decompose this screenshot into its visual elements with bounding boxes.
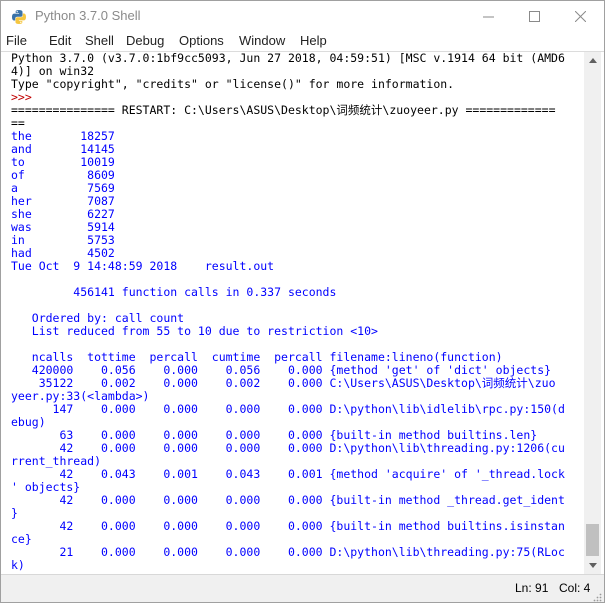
shell-line: 42 0.000 0.000 0.000 0.000 {built-in met… (11, 493, 565, 507)
menu-edit[interactable]: Edit (49, 33, 71, 48)
minimize-button[interactable] (465, 1, 511, 31)
menu-debug[interactable]: Debug (126, 33, 164, 48)
shell-line: 456141 function calls in 0.337 seconds (11, 285, 337, 299)
vertical-scrollbar[interactable] (584, 52, 601, 574)
resize-grip-icon[interactable] (592, 591, 602, 602)
shell-line: 42 0.000 0.000 0.000 0.000 {built-in met… (11, 519, 565, 533)
shell-line: =============== RESTART: C:\Users\ASUS\D… (11, 103, 556, 117)
menu-window[interactable]: Window (239, 33, 285, 48)
close-icon (574, 10, 586, 22)
shell-line: Python 3.7.0 (v3.7.0:1bf9cc5093, Jun 27 … (11, 52, 565, 65)
idle-shell-window: Python 3.7.0 Shell File Edit Shell Debug… (0, 0, 605, 603)
shell-line: List reduced from 55 to 10 due to restri… (11, 324, 378, 338)
menu-help[interactable]: Help (300, 33, 327, 48)
menu-shell[interactable]: Shell (85, 33, 114, 48)
minimize-icon (482, 16, 494, 17)
python-icon (11, 9, 27, 25)
maximize-button[interactable] (511, 1, 557, 31)
maximize-icon (528, 10, 540, 22)
menu-options[interactable]: Options (179, 33, 224, 48)
shell-line: 147 0.000 0.000 0.000 0.000 D:\python\li… (11, 402, 565, 416)
window-title: Python 3.7.0 Shell (35, 8, 141, 23)
chevron-up-icon (588, 58, 597, 63)
scrollbar-thumb[interactable] (586, 524, 599, 556)
status-bar: Ln: 91 Col: 4 (1, 574, 604, 602)
menu-file[interactable]: File (6, 33, 27, 48)
status-line-number: Ln: 91 (515, 581, 549, 595)
shell-text-area[interactable]: Python 3.7.0 (v3.7.0:1bf9cc5093, Jun 27 … (11, 52, 582, 574)
status-column-number: Col: 4 (559, 581, 591, 595)
shell-line: Tue Oct 9 14:48:59 2018 result.out (11, 259, 275, 273)
close-button[interactable] (557, 1, 603, 31)
shell-line: Type "copyright", "credits" or "license(… (11, 77, 455, 91)
scroll-down-button[interactable] (584, 557, 601, 574)
shell-line: k) (11, 558, 25, 572)
menu-bar: File Edit Shell Debug Options Window Hel… (1, 31, 604, 51)
shell-line: 21 0.000 0.000 0.000 0.000 D:\python\lib… (11, 545, 565, 559)
title-bar[interactable]: Python 3.7.0 Shell (1, 1, 604, 31)
chevron-down-icon (588, 563, 597, 568)
scroll-up-button[interactable] (584, 52, 601, 69)
shell-line: 42 0.043 0.001 0.043 0.001 {method 'acqu… (11, 467, 565, 481)
